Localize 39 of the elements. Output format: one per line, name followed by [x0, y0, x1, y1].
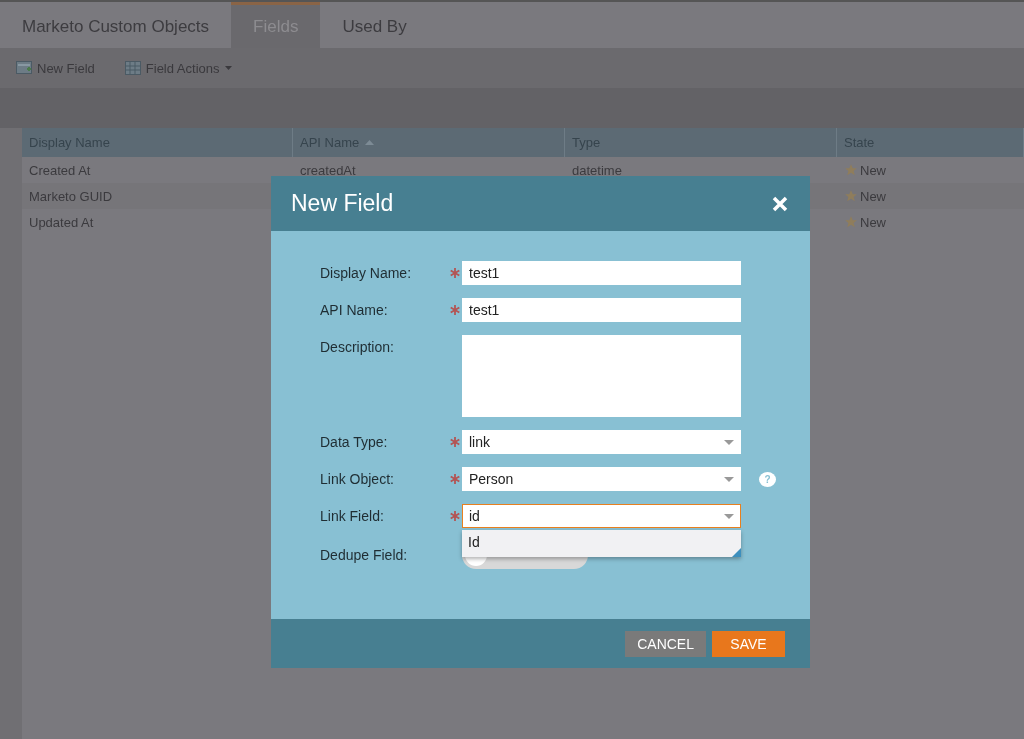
field-label: Display Name:	[320, 265, 413, 281]
star-icon	[844, 189, 858, 203]
description-field[interactable]	[462, 335, 741, 417]
tab[interactable]: Used By	[320, 2, 429, 48]
table-cell: New	[860, 188, 886, 204]
close-button[interactable]	[772, 195, 788, 212]
field-label: API Name:	[320, 302, 389, 318]
field-label: Dedupe Field:	[320, 547, 409, 563]
table-cell: Created At	[29, 162, 91, 178]
table-cell: Marketo GUID	[29, 188, 113, 204]
star-icon	[844, 215, 858, 229]
dropdown-caret-icon	[724, 513, 734, 519]
save-button[interactable]: SAVE	[712, 630, 785, 657]
dropdown-caret-icon	[724, 476, 734, 482]
star-icon	[844, 163, 858, 177]
table-cell: datetime	[572, 162, 622, 178]
text-field[interactable]: test1	[462, 261, 741, 285]
dropdown-caret-icon	[724, 439, 734, 445]
new-field-icon	[16, 61, 32, 75]
select-field[interactable]: Person	[462, 467, 741, 491]
table-cell: createdAt	[300, 162, 356, 178]
cancel-button[interactable]: CANCEL	[625, 630, 706, 657]
grid-icon	[124, 61, 141, 75]
dialog-title: New Field	[291, 190, 394, 217]
select-field[interactable]: link	[462, 430, 741, 454]
field-label: Data Type:	[320, 434, 389, 450]
field-label: Link Field:	[320, 508, 385, 524]
table-cell: New	[860, 162, 886, 178]
text-field[interactable]: test1	[462, 298, 741, 322]
dropdown-option[interactable]: Id	[462, 530, 741, 554]
sort-up-icon	[365, 140, 375, 145]
table-cell: Updated At	[29, 214, 94, 230]
table-cell: New	[860, 214, 886, 230]
help-icon[interactable]: ?	[759, 471, 776, 487]
field-label: Description:	[320, 338, 395, 355]
resize-handle-icon[interactable]	[732, 548, 741, 557]
select-field[interactable]: id	[462, 504, 741, 528]
field-label: Link Object:	[320, 471, 395, 487]
tab[interactable]: Marketo Custom Objects	[0, 2, 232, 48]
